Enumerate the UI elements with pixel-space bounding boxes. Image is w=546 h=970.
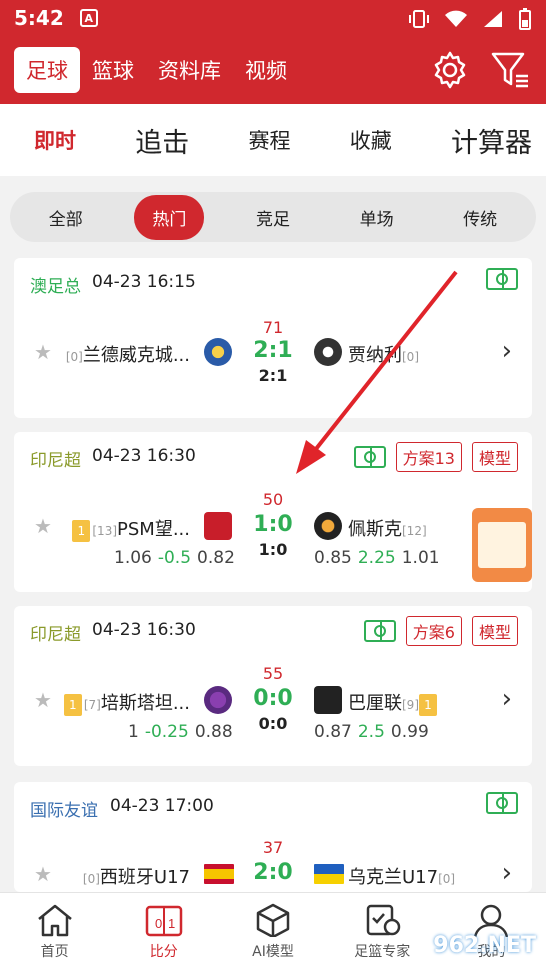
cube-icon — [256, 903, 290, 937]
league-name: 国际友谊 — [30, 801, 98, 821]
away-team[interactable]: 佩斯克[12] — [348, 515, 427, 541]
pill-single[interactable]: 单场 — [342, 195, 412, 240]
match-card[interactable]: 印尼超 04-23 16:30 方案13 模型 50 ★ 1 [13]PSM望..… — [14, 432, 532, 592]
tab-database[interactable]: 资料库 — [158, 55, 221, 85]
away-team[interactable]: 巴厘联[9] 1 — [348, 689, 439, 716]
home-team[interactable]: [0]西班牙U17 — [83, 863, 190, 889]
model-tag[interactable]: 模型 — [471, 616, 518, 646]
away-odds: 0.87 2.5 0.99 — [314, 722, 429, 742]
user-icon — [474, 904, 509, 937]
bottom-nav: 首页 01 比分 AI模型 足篮专家 我的 — [0, 892, 546, 970]
vibrate-icon — [409, 10, 429, 28]
tab-chase[interactable]: 追击 — [135, 121, 189, 160]
svg-text:0: 0 — [155, 916, 162, 931]
rank-badge: 1 — [72, 520, 91, 542]
nav-home[interactable]: 首页 — [0, 893, 109, 970]
signal-icon — [484, 11, 502, 27]
svg-text:1: 1 — [168, 916, 175, 931]
chevron-right-icon[interactable]: › — [502, 336, 512, 366]
expert-icon — [366, 904, 401, 936]
scoreboard-icon: 01 — [145, 905, 183, 937]
match-time: 04-23 16:15 — [92, 272, 196, 292]
ukraine-flag-icon — [314, 864, 344, 884]
view-tabs: 即时 追击 赛程 收藏 计算器 — [0, 104, 546, 176]
pill-jingzu[interactable]: 竞足 — [238, 195, 308, 240]
home-team[interactable]: 1 [13]PSM望... — [72, 515, 190, 542]
app-notification-icon: A — [79, 9, 98, 27]
home-icon — [37, 904, 72, 937]
star-icon[interactable]: ★ — [34, 862, 52, 886]
match-time: 04-23 16:30 — [92, 446, 196, 466]
pill-traditional[interactable]: 传统 — [445, 195, 515, 240]
status-time: 5:42 — [14, 6, 64, 30]
away-team[interactable]: 贾纳利[0] — [348, 341, 419, 367]
home-crest-icon — [204, 338, 232, 366]
spain-flag-icon — [204, 864, 234, 884]
nav-experts[interactable]: 足篮专家 — [328, 893, 437, 970]
chevron-right-icon[interactable]: › — [502, 684, 512, 714]
star-icon[interactable]: ★ — [34, 514, 52, 538]
match-card[interactable]: 澳足总 04-23 16:15 71 ★ [0]兰德威克城... 2:1 贾纳利… — [14, 258, 532, 418]
chevron-right-icon[interactable]: › — [502, 858, 512, 888]
tab-favorites[interactable]: 收藏 — [350, 125, 392, 155]
model-tag[interactable]: 模型 — [471, 442, 518, 472]
nav-ai-model[interactable]: AI模型 — [218, 893, 327, 970]
home-team[interactable]: [0]兰德威克城... — [66, 341, 190, 367]
rank-badge: 1 — [63, 694, 82, 716]
tab-schedule[interactable]: 赛程 — [249, 125, 291, 155]
nav-profile[interactable]: 我的 — [437, 893, 546, 970]
wifi-icon — [445, 10, 467, 27]
match-card[interactable]: 印尼超 04-23 16:30 方案6 模型 55 ★ 1 [7]培斯塔坦... … — [14, 606, 532, 766]
pitch-icon[interactable] — [363, 620, 396, 642]
league-name: 印尼超 — [30, 625, 81, 645]
home-crest-icon — [204, 686, 232, 714]
match-time: 04-23 17:00 — [110, 796, 214, 816]
home-odds: 1 -0.25 0.88 — [128, 722, 233, 742]
plan-tag[interactable]: 方案6 — [405, 616, 462, 646]
gear-icon[interactable] — [430, 50, 470, 90]
plan-tag[interactable]: 方案13 — [395, 442, 462, 472]
league-name: 印尼超 — [30, 451, 81, 471]
pitch-icon[interactable] — [486, 268, 518, 290]
nav-score[interactable]: 01 比分 — [109, 893, 218, 970]
tab-live[interactable]: 即时 — [34, 125, 76, 155]
home-odds: 1.06 -0.5 0.82 — [114, 548, 235, 568]
pill-hot[interactable]: 热门 — [134, 194, 205, 240]
tab-basketball[interactable]: 篮球 — [92, 55, 134, 85]
away-team[interactable]: 乌克兰U17[0] — [348, 863, 455, 889]
home-crest-icon — [204, 512, 232, 540]
status-bar: 5:42 A — [0, 0, 546, 36]
away-odds: 0.85 2.25 1.01 — [314, 548, 440, 568]
away-crest-icon — [314, 512, 342, 540]
watermark: 962.NET — [433, 933, 536, 958]
filter-pills: 全部 热门 竞足 单场 传统 — [10, 192, 536, 242]
rank-badge: 1 — [419, 694, 437, 716]
away-crest-icon — [314, 338, 342, 366]
star-icon[interactable]: ★ — [34, 340, 52, 364]
filter-icon[interactable] — [490, 50, 532, 90]
tab-video[interactable]: 视频 — [245, 55, 287, 85]
match-card[interactable]: 国际友谊 04-23 17:00 37 ★ [0]西班牙U17 2:0 乌克兰U… — [14, 782, 532, 892]
tab-calculator[interactable]: 计算器 — [451, 121, 532, 160]
pitch-icon[interactable] — [353, 446, 386, 468]
status-icons — [408, 8, 532, 30]
battery-icon — [519, 8, 531, 30]
sport-tab-bar: 足球 篮球 资料库 视频 — [0, 36, 546, 104]
home-team[interactable]: 1 [7]培斯塔坦... — [63, 689, 190, 716]
match-time: 04-23 16:30 — [92, 620, 196, 640]
away-crest-icon — [314, 686, 342, 714]
pitch-icon[interactable] — [486, 792, 518, 814]
star-icon[interactable]: ★ — [34, 688, 52, 712]
league-name: 澳足总 — [30, 277, 81, 297]
tab-football[interactable]: 足球 — [14, 47, 80, 93]
pill-all[interactable]: 全部 — [31, 195, 101, 240]
promo-banner[interactable] — [472, 508, 532, 582]
